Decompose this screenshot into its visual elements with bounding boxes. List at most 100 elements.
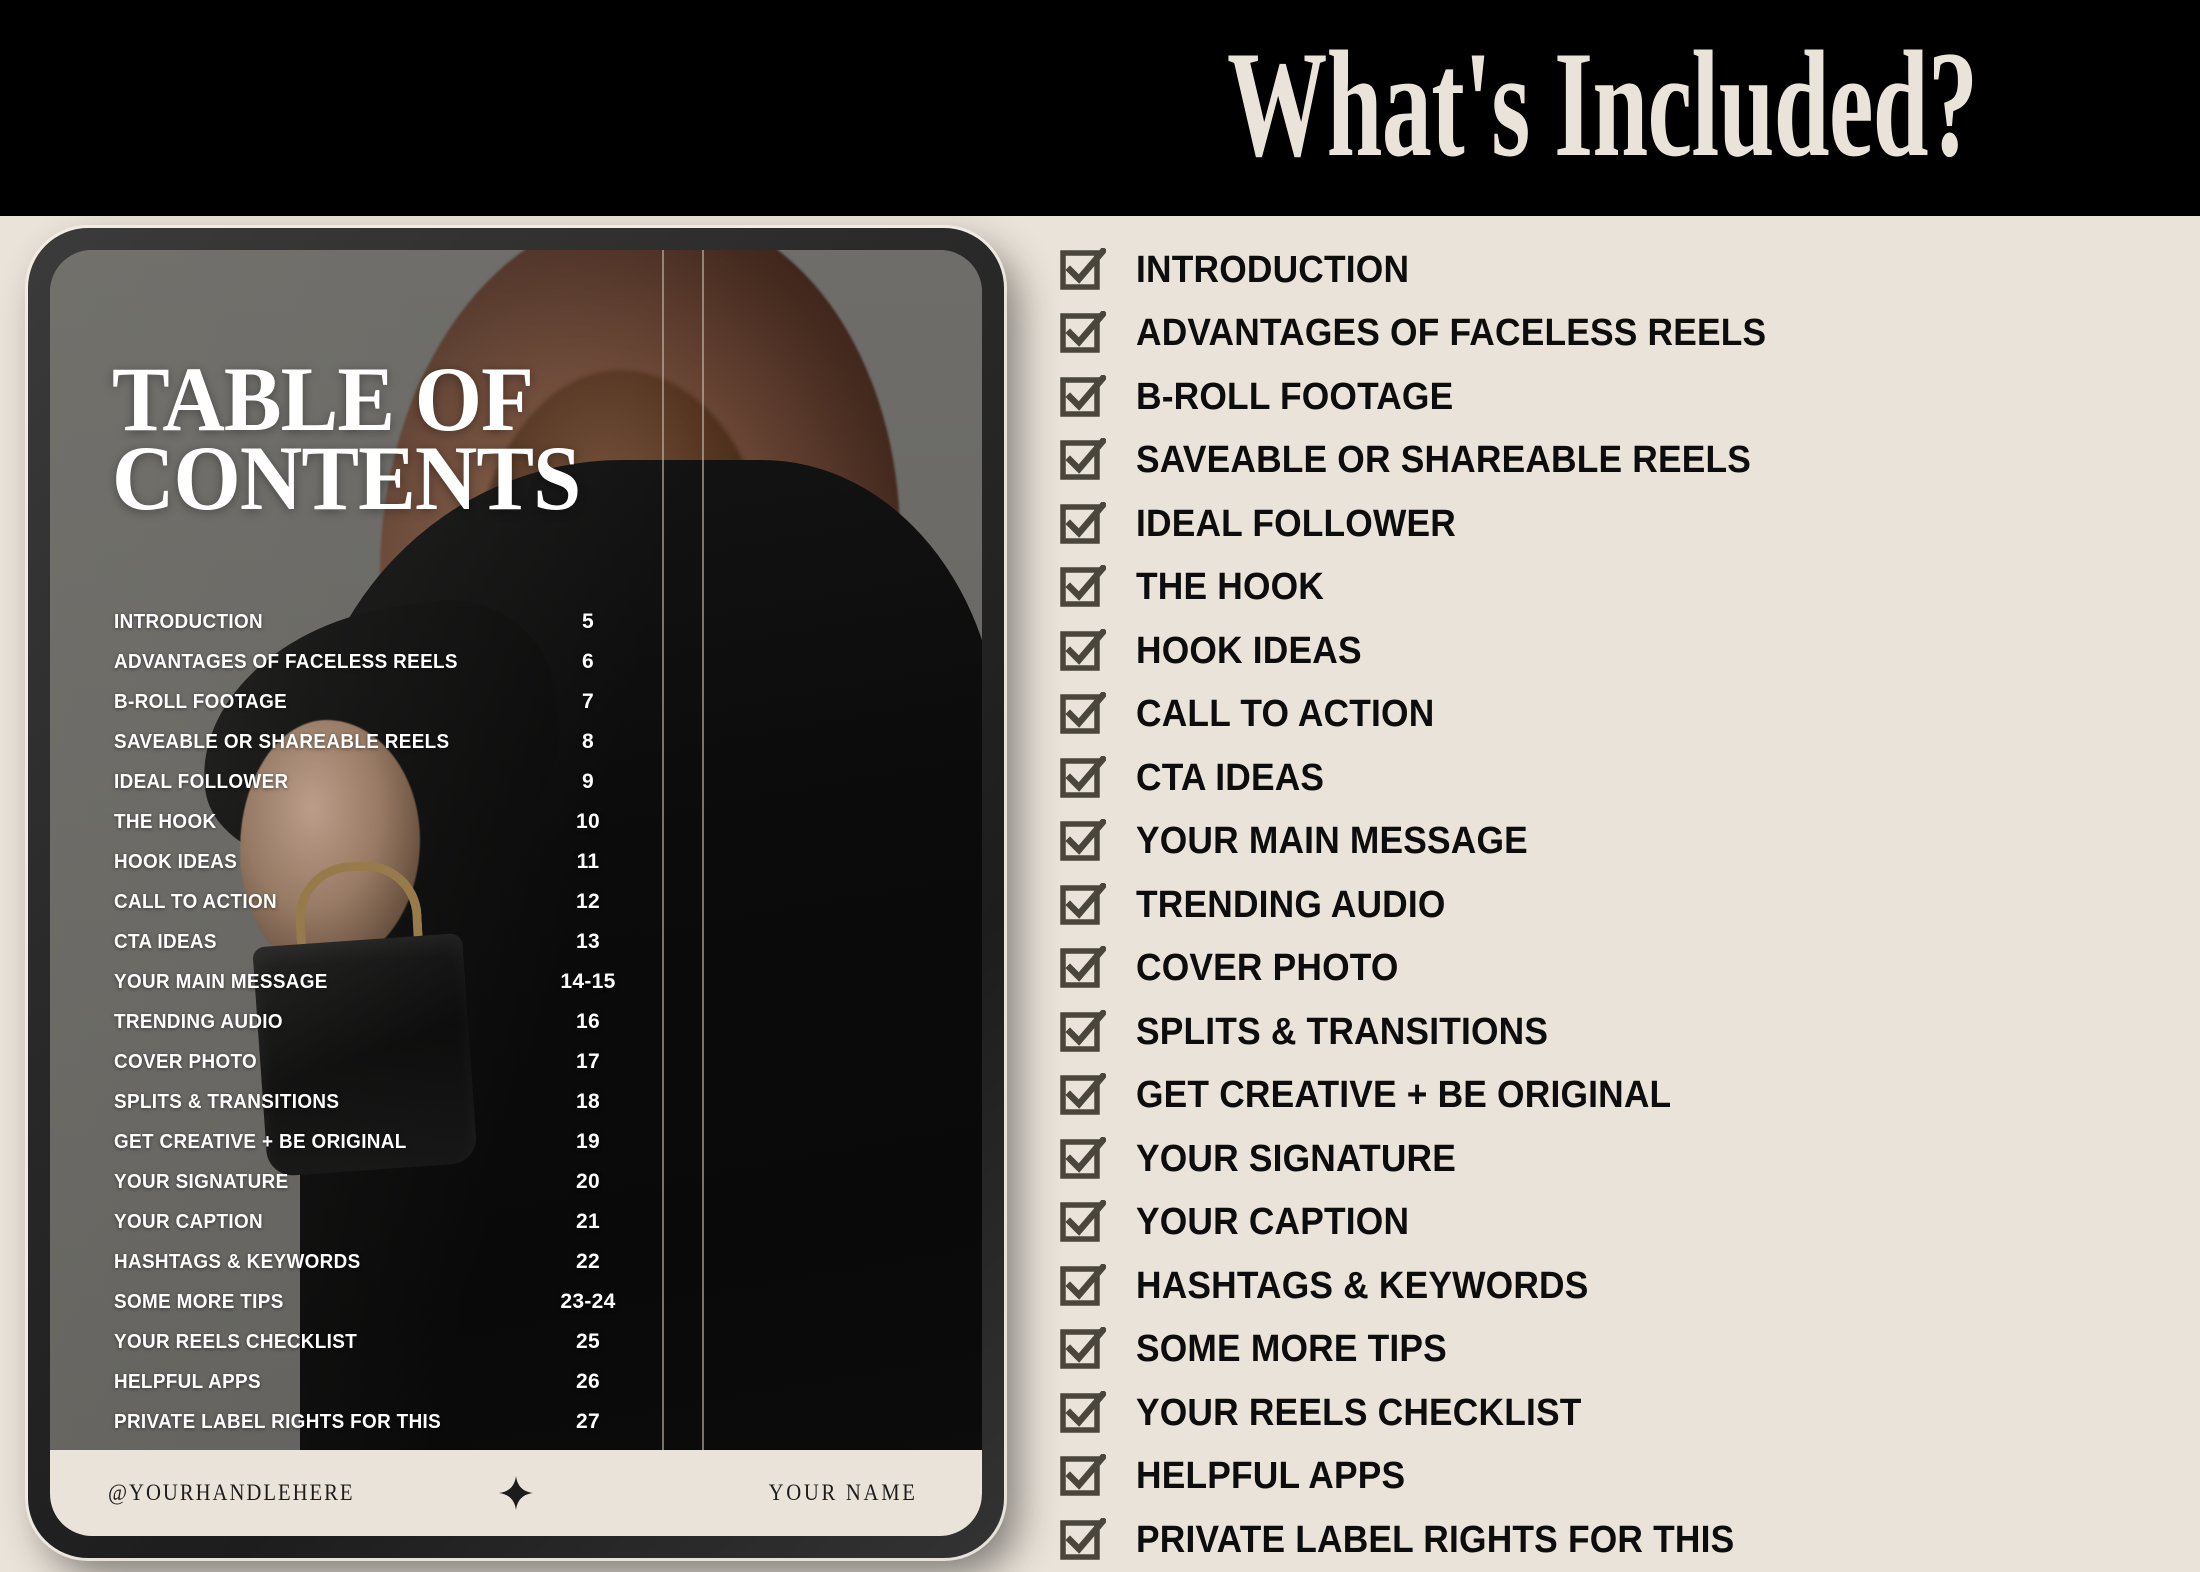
checked-checkbox-icon[interactable]: [1060, 247, 1106, 292]
checklist-item-label: HASHTAGS & KEYWORDS: [1136, 1264, 1589, 1307]
checklist-item[interactable]: B-ROLL FOOTAGE: [1060, 365, 2180, 429]
checklist-item-label: B-ROLL FOOTAGE: [1136, 375, 1454, 418]
checklist-item-label: THE HOOK: [1136, 566, 1325, 609]
checklist-item[interactable]: HASHTAGS & KEYWORDS: [1060, 1254, 2180, 1318]
checked-checkbox-icon[interactable]: [1060, 1136, 1106, 1181]
checklist-item-label: YOUR SIGNATURE: [1136, 1137, 1457, 1180]
checklist-item[interactable]: THE HOOK: [1060, 556, 2180, 620]
checklist-item[interactable]: YOUR CAPTION: [1060, 1191, 2180, 1255]
toc-row: CTA IDEAS 13: [114, 930, 634, 970]
checked-checkbox-icon[interactable]: [1060, 1073, 1106, 1117]
toc-entry-page-number: 14-15: [560, 970, 616, 993]
checklist-item[interactable]: SPLITS & TRANSITIONS: [1060, 1000, 2180, 1064]
checklist-item[interactable]: CALL TO ACTION: [1060, 683, 2180, 747]
toc-entry-page-number: 12: [576, 890, 600, 913]
checklist-item-label: SOME MORE TIPS: [1136, 1328, 1447, 1371]
checklist-item-label: INTRODUCTION: [1136, 248, 1410, 291]
toc-row: ADVANTAGES OF FACELESS REELS 6: [114, 650, 634, 690]
tablet-mockup: TABLE OF CONTENTS INTRODUCTION 5 ADVANTAGE…: [28, 228, 1004, 1558]
toc-entry-page-number: 13: [576, 930, 600, 953]
checked-checkbox-icon[interactable]: [1060, 946, 1106, 990]
checked-checkbox-icon[interactable]: [1060, 692, 1106, 736]
checked-checkbox-icon[interactable]: [1060, 882, 1106, 927]
toc-entry-page-number: 16: [576, 1010, 600, 1033]
toc-row: YOUR REELS CHECKLIST 25: [114, 1330, 634, 1370]
toc-entry-page-number: 6: [582, 650, 594, 673]
toc-list: INTRODUCTION 5 ADVANTAGES OF FACELESS REEL…: [114, 610, 634, 1450]
footer-handle-text: @YOURHANDLEHERE: [108, 1480, 355, 1505]
toc-entry-page-number: 20: [576, 1170, 600, 1193]
checklist-item-label: COVER PHOTO: [1136, 947, 1399, 990]
toc-entry-label: GET CREATIVE + BE ORIGINAL: [114, 1130, 407, 1153]
checklist-item-label: CALL TO ACTION: [1136, 693, 1435, 736]
toc-row: THE HOOK 10: [114, 810, 634, 850]
checked-checkbox-icon[interactable]: [1060, 438, 1106, 482]
checked-checkbox-icon[interactable]: [1060, 1390, 1106, 1435]
checklist-item[interactable]: HOOK IDEAS: [1060, 619, 2180, 683]
toc-entry-page-number: 27: [576, 1410, 600, 1433]
toc-heading-line-2: CONTENTS: [112, 427, 581, 530]
checked-checkbox-icon[interactable]: [1060, 755, 1106, 800]
checklist-item-label: IDEAL FOLLOWER: [1136, 502, 1456, 545]
checklist-item-label: HELPFUL APPS: [1136, 1455, 1406, 1498]
toc-entry-page-number: 19: [576, 1130, 600, 1153]
toc-entry-label: TRENDING AUDIO: [114, 1010, 283, 1033]
checked-checkbox-icon[interactable]: [1060, 1200, 1106, 1244]
toc-row: SAVEABLE OR SHAREABLE REELS 8: [114, 730, 634, 770]
checked-checkbox-icon[interactable]: [1060, 374, 1106, 419]
checklist-item-label: ADVANTAGES OF FACELESS REELS: [1136, 312, 1767, 355]
toc-entry-label: SAVEABLE OR SHAREABLE REELS: [114, 730, 450, 753]
checked-checkbox-icon[interactable]: [1060, 501, 1106, 546]
toc-entry-page-number: 23-24: [560, 1290, 616, 1313]
toc-entry-page-number: 22: [576, 1250, 600, 1273]
checked-checkbox-icon[interactable]: [1060, 628, 1106, 673]
checked-checkbox-icon[interactable]: [1060, 311, 1106, 355]
checklist-item[interactable]: SAVEABLE OR SHAREABLE REELS: [1060, 429, 2180, 493]
toc-entry-label: HOOK IDEAS: [114, 850, 238, 873]
toc-entry-page-number: 26: [576, 1370, 600, 1393]
toc-entry-label: SOME MORE TIPS: [114, 1290, 284, 1313]
checked-checkbox-icon[interactable]: [1060, 1009, 1106, 1054]
toc-row: GET CREATIVE + BE ORIGINAL 19: [114, 1130, 634, 1170]
toc-row: INTRODUCTION 5: [114, 610, 634, 650]
checked-checkbox-icon[interactable]: [1060, 1454, 1106, 1498]
toc-heading: TABLE OF CONTENTS: [112, 353, 581, 530]
toc-entry-page-number: 7: [582, 690, 594, 713]
checklist-item[interactable]: ADVANTAGES OF FACELESS REELS: [1060, 302, 2180, 366]
toc-entry-label: COVER PHOTO: [114, 1050, 258, 1073]
checklist-item[interactable]: IDEAL FOLLOWER: [1060, 492, 2180, 556]
toc-entry-label: PRIVATE LABEL RIGHTS FOR THIS: [114, 1410, 442, 1433]
toc-row: YOUR MAIN MESSAGE 14-15: [114, 970, 634, 1010]
checklist-item[interactable]: COVER PHOTO: [1060, 937, 2180, 1001]
checklist-item-label: CTA IDEAS: [1136, 756, 1325, 799]
toc-row: YOUR SIGNATURE 20: [114, 1170, 634, 1210]
checklist-item[interactable]: SOME MORE TIPS: [1060, 1318, 2180, 1382]
toc-row: PRIVATE LABEL RIGHTS FOR THIS 27: [114, 1410, 634, 1450]
checked-checkbox-icon[interactable]: [1060, 819, 1106, 863]
toc-row: CALL TO ACTION 12: [114, 890, 634, 930]
checklist-item[interactable]: YOUR SIGNATURE: [1060, 1127, 2180, 1191]
checklist-item-label: YOUR MAIN MESSAGE: [1136, 820, 1528, 863]
checklist-item[interactable]: CTA IDEAS: [1060, 746, 2180, 810]
checked-checkbox-icon[interactable]: [1060, 1327, 1106, 1371]
toc-entry-label: THE HOOK: [114, 810, 217, 833]
table-of-contents: TABLE OF CONTENTS INTRODUCTION 5 ADVANTAGE…: [50, 250, 982, 1536]
four-point-sparkle-icon: [499, 1476, 533, 1510]
checklist-item-label: HOOK IDEAS: [1136, 629, 1362, 672]
checked-checkbox-icon[interactable]: [1060, 1263, 1106, 1308]
toc-entry-label: YOUR REELS CHECKLIST: [114, 1330, 358, 1353]
checked-checkbox-icon[interactable]: [1060, 565, 1106, 609]
toc-entry-label: CTA IDEAS: [114, 930, 217, 953]
checklist-item[interactable]: HELPFUL APPS: [1060, 1445, 2180, 1509]
checklist-item[interactable]: YOUR MAIN MESSAGE: [1060, 810, 2180, 874]
toc-row: HASHTAGS & KEYWORDS 22: [114, 1250, 634, 1290]
checklist-item[interactable]: GET CREATIVE + BE ORIGINAL: [1060, 1064, 2180, 1128]
tablet-screen: TABLE OF CONTENTS INTRODUCTION 5 ADVANTAGE…: [50, 250, 982, 1536]
checklist-item[interactable]: INTRODUCTION: [1060, 238, 2180, 302]
toc-entry-label: B-ROLL FOOTAGE: [114, 690, 288, 713]
tablet-frame: TABLE OF CONTENTS INTRODUCTION 5 ADVANTAGE…: [28, 228, 1004, 1558]
toc-entry-label: ADVANTAGES OF FACELESS REELS: [114, 650, 458, 673]
toc-entry-label: SPLITS & TRANSITIONS: [114, 1090, 340, 1113]
checklist-item[interactable]: YOUR REELS CHECKLIST: [1060, 1381, 2180, 1445]
checklist-item[interactable]: TRENDING AUDIO: [1060, 873, 2180, 937]
